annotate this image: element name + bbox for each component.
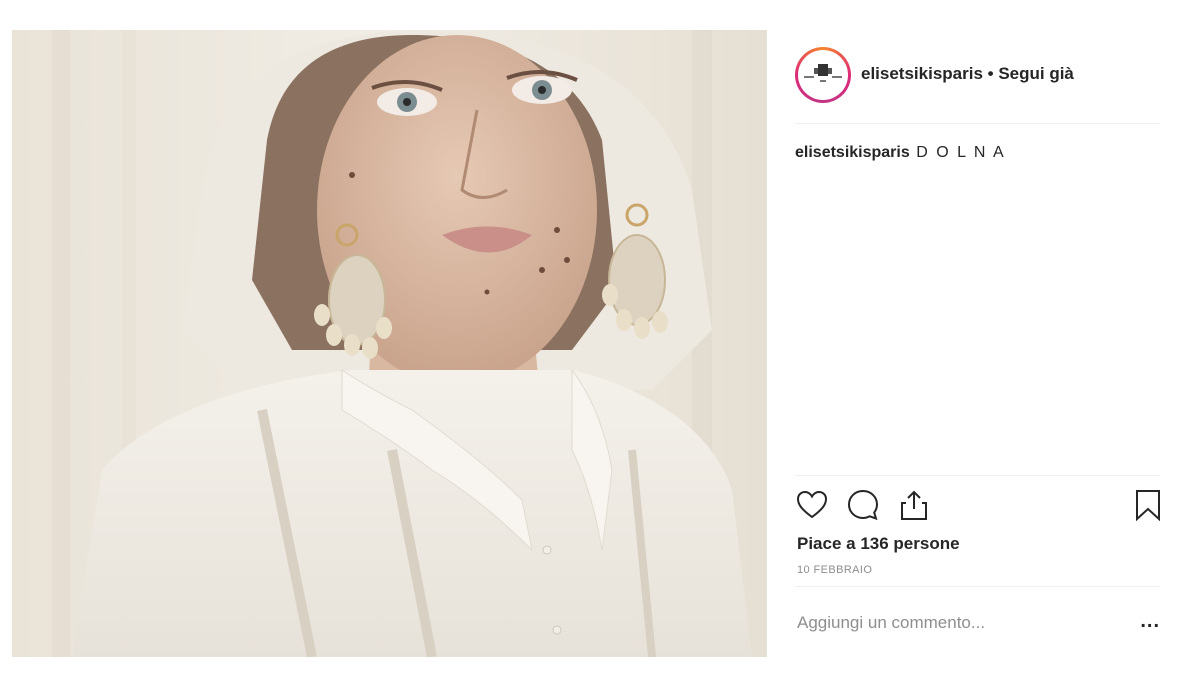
post-image [12, 30, 767, 657]
actions-divider [795, 475, 1160, 476]
likes-count[interactable]: Piace a 136 persone [797, 534, 960, 554]
comment-input[interactable] [797, 608, 1097, 638]
caption-username[interactable]: elisetsikisparis [795, 144, 910, 161]
heart-outline-icon[interactable] [795, 488, 829, 522]
avatar[interactable] [795, 47, 851, 103]
username-link[interactable]: elisetsikisparis [861, 64, 983, 83]
post-sidebar: elisetsikisparis • Segui già elisetsikis… [795, 30, 1160, 657]
post-header: elisetsikisparis • Segui già [795, 30, 1160, 124]
post-date[interactable]: 10 FEBBRAIO [797, 564, 872, 576]
more-options-button[interactable]: ... [1140, 610, 1160, 633]
caption-text: D O L N A [916, 144, 1006, 161]
follow-status[interactable]: • Segui già [983, 64, 1074, 83]
share-upload-icon[interactable] [897, 488, 931, 522]
post-photo[interactable] [12, 30, 767, 657]
brand-logo-icon [804, 64, 842, 82]
bookmark-outline-icon[interactable] [1131, 488, 1165, 522]
comment-divider [795, 586, 1160, 587]
post-caption: elisetsikisparis D O L N A [795, 144, 1006, 162]
speech-bubble-icon[interactable] [846, 488, 880, 522]
post-author: elisetsikisparis • Segui già [861, 64, 1074, 84]
